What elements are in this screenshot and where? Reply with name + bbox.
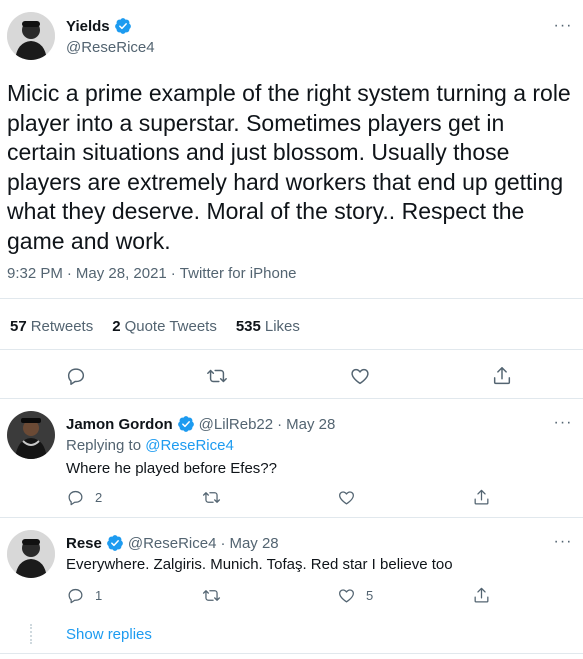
replying-to: Replying to @ReseRice4: [66, 437, 234, 454]
thread-connector: [30, 624, 32, 644]
retweets-stat[interactable]: 57 Retweets: [10, 318, 93, 335]
more-options-button[interactable]: ···: [552, 415, 574, 439]
like-button[interactable]: 5: [337, 586, 373, 605]
verified-badge-icon: [177, 416, 194, 432]
retweets-label: Retweets: [30, 318, 94, 335]
divider: [0, 349, 583, 350]
avatar-image: [7, 12, 55, 60]
likes-label: Likes: [264, 318, 300, 335]
more-options-button[interactable]: ···: [552, 18, 574, 42]
retweet-button[interactable]: [202, 488, 231, 507]
show-replies-link[interactable]: Show replies: [66, 626, 152, 643]
author-name[interactable]: Rese: [66, 535, 102, 552]
quotes-count: 2: [112, 318, 121, 335]
author-name[interactable]: Yields: [66, 17, 132, 35]
reply-text: Where he played before Efes??: [66, 460, 277, 477]
avatar[interactable]: [7, 411, 55, 459]
reply-count: 2: [95, 490, 103, 505]
like-button[interactable]: [346, 362, 374, 390]
likes-count: 535: [235, 318, 261, 335]
retweets-count: 57: [10, 318, 27, 335]
share-button[interactable]: [472, 586, 491, 605]
reply-date[interactable]: May 28: [229, 535, 278, 552]
share-icon: [474, 489, 489, 505]
like-count: 5: [366, 588, 374, 603]
author-name[interactable]: Jamon Gordon: [66, 416, 173, 433]
author-handle[interactable]: @LilReb22: [199, 416, 273, 433]
tweet-actions: [0, 362, 583, 390]
likes-stat[interactable]: 535 Likes: [236, 318, 300, 335]
author-name-text[interactable]: Yields: [66, 18, 110, 35]
avatar-image: [7, 530, 55, 578]
reply-button[interactable]: [62, 362, 90, 390]
reply-count: 1: [95, 588, 103, 603]
like-button[interactable]: [337, 488, 366, 507]
like-icon: [351, 368, 369, 385]
reply-header: Rese @ReseRice4 · May 28: [66, 534, 279, 552]
verified-badge-icon: [114, 18, 131, 34]
tweet-source[interactable]: Twitter for iPhone: [180, 265, 297, 282]
share-button[interactable]: [488, 362, 516, 390]
verified-badge-icon: [106, 535, 123, 551]
tweet-text: Micic a prime example of the right syste…: [7, 80, 571, 254]
reply-icon: [68, 588, 83, 604]
share-icon: [493, 367, 511, 385]
retweet-icon: [202, 590, 221, 601]
reply-icon: [68, 490, 83, 506]
reply-date[interactable]: May 28: [286, 416, 335, 433]
reply-button[interactable]: 1: [66, 586, 102, 605]
tweet-date[interactable]: May 28, 2021: [76, 265, 167, 282]
avatar[interactable]: [7, 530, 55, 578]
reply-button[interactable]: 2: [66, 488, 102, 507]
meta-separator: ·: [220, 534, 226, 552]
more-options-button[interactable]: ···: [552, 534, 574, 558]
share-button[interactable]: [472, 488, 491, 507]
retweet-button[interactable]: [202, 586, 231, 605]
divider: [0, 298, 583, 299]
reply-text: Everywhere. Zalgiris. Munich. Tofaş. Red…: [66, 556, 453, 573]
retweet-button[interactable]: [203, 362, 231, 390]
meta-separator: ·: [66, 265, 72, 282]
meta-separator: ·: [277, 415, 283, 433]
share-icon: [474, 587, 489, 603]
replying-prefix: Replying to: [66, 437, 142, 454]
author-handle[interactable]: @ReseRice4: [66, 39, 155, 56]
quotes-label: Quote Tweets: [124, 318, 217, 335]
meta-separator: ·: [170, 265, 176, 282]
avatar[interactable]: [7, 12, 55, 60]
reply-tweet[interactable]: Rese @ReseRice4 · May 28 ··· Everywhere.…: [0, 518, 583, 618]
like-icon: [339, 589, 354, 603]
reply-icon: [67, 368, 85, 385]
avatar-image: [7, 411, 55, 459]
tweet-time[interactable]: 9:32 PM: [7, 265, 63, 282]
tweet-stats: 57 Retweets 2 Quote Tweets 535 Likes: [10, 318, 300, 335]
retweet-icon: [207, 369, 227, 383]
reply-header: Jamon Gordon @LilReb22 · May 28: [66, 415, 335, 433]
retweet-icon: [202, 492, 221, 503]
quotes-stat[interactable]: 2 Quote Tweets: [112, 318, 217, 335]
like-icon: [339, 491, 354, 505]
replying-to-link[interactable]: @ReseRice4: [145, 437, 234, 454]
tweet-meta: 9:32 PM · May 28, 2021 · Twitter for iPh…: [7, 265, 297, 282]
author-handle[interactable]: @ReseRice4: [128, 535, 217, 552]
reply-tweet[interactable]: Jamon Gordon @LilReb22 · May 28 ··· Repl…: [0, 399, 583, 517]
divider: [0, 653, 583, 654]
